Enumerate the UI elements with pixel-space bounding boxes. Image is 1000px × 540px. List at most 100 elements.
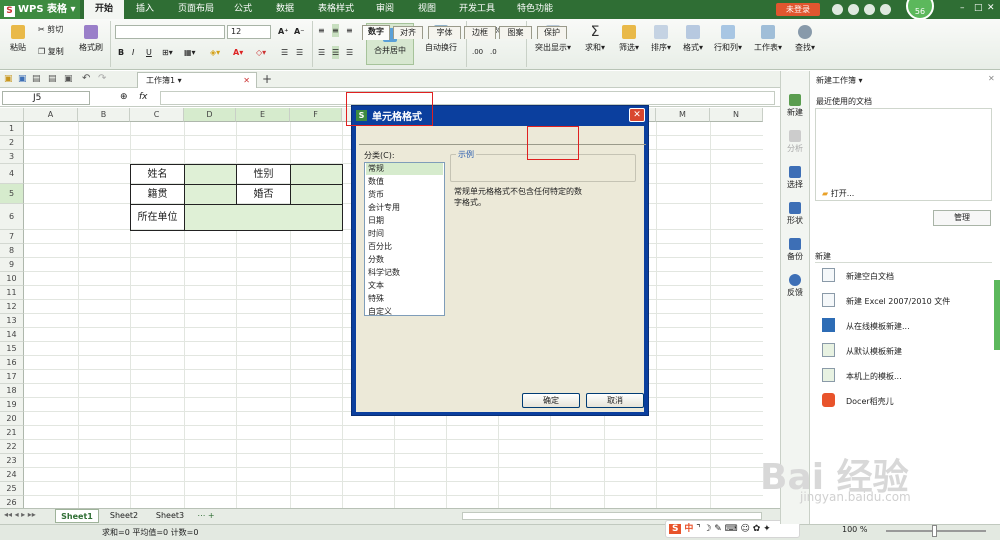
zoom-slider-thumb[interactable] <box>932 525 937 537</box>
format-painter-button[interactable]: 格式刷 <box>76 25 106 53</box>
row-header[interactable]: 23 <box>0 454 24 468</box>
cell-f4[interactable] <box>290 164 343 185</box>
cancel-button[interactable]: 取消 <box>586 393 644 408</box>
underline-button[interactable]: U <box>146 46 152 59</box>
panel-item-local[interactable]: 本机上的模板... <box>846 371 902 382</box>
menu-tab-table-style[interactable]: 表格样式 <box>310 0 362 19</box>
cell-c5[interactable]: 籍贯 <box>130 184 185 205</box>
category-item[interactable]: 日期 <box>366 215 443 227</box>
menu-tab-dev[interactable]: 开发工具 <box>452 0 502 19</box>
fx-icon[interactable]: fx <box>139 92 148 102</box>
shirt-icon[interactable] <box>864 4 875 15</box>
row-header[interactable]: 26 <box>0 496 24 508</box>
align-bottom-icon[interactable]: ≡ <box>346 24 353 37</box>
manage-button[interactable]: 管理 <box>933 210 991 226</box>
panel-item-online[interactable]: 从在线模板新建... <box>846 321 910 332</box>
vtool-backup[interactable]: 备份 <box>780 238 810 262</box>
font-name-select[interactable] <box>115 25 225 39</box>
menu-tab-insert[interactable]: 插入 <box>128 0 162 19</box>
login-button[interactable]: 未登录 <box>776 3 820 16</box>
formula-input[interactable] <box>160 91 775 105</box>
clear-icon[interactable]: ◇▾ <box>256 46 266 59</box>
dialog-tab-protect[interactable]: 保护 <box>537 26 567 39</box>
font-color-icon[interactable]: A▾ <box>233 46 243 59</box>
menu-tab-formula[interactable]: 公式 <box>226 0 260 19</box>
row-header[interactable]: 11 <box>0 286 24 300</box>
sheet-tab-3[interactable]: Sheet3 <box>149 509 191 523</box>
name-box[interactable]: J5 <box>2 91 90 105</box>
skin-icon[interactable] <box>832 4 843 15</box>
open-icon[interactable]: ▣ <box>4 74 13 84</box>
panel-close-icon[interactable]: ✕ <box>988 74 995 83</box>
category-item[interactable]: 百分比 <box>366 241 443 253</box>
row-header[interactable]: 17 <box>0 370 24 384</box>
col-header[interactable]: F <box>290 108 342 122</box>
italic-button[interactable]: I <box>132 46 134 59</box>
menu-tab-home[interactable]: 开始 <box>84 0 124 19</box>
row-header[interactable]: 19 <box>0 398 24 412</box>
zoom-search-icon[interactable]: ⊕ <box>120 92 128 102</box>
format-button[interactable]: 格式▾ <box>678 25 708 53</box>
row-header[interactable]: 12 <box>0 300 24 314</box>
select-all-corner[interactable] <box>0 108 24 122</box>
cut-button[interactable]: ✂ 剪切 <box>38 23 63 36</box>
bold-button[interactable]: B <box>118 46 124 59</box>
cell-d5[interactable] <box>184 184 237 205</box>
undo-icon[interactable]: ↶ <box>82 73 90 84</box>
category-item[interactable]: 会计专用 <box>366 202 443 214</box>
align-center-icon[interactable]: ☰ <box>332 46 340 59</box>
row-header[interactable]: 1 <box>0 122 24 136</box>
align-top-icon[interactable]: ≡ <box>318 24 325 37</box>
row-header[interactable]: 6 <box>0 204 24 230</box>
row-header[interactable]: 24 <box>0 468 24 482</box>
row-header[interactable]: 22 <box>0 440 24 454</box>
cell-f5[interactable] <box>290 184 343 205</box>
panel-title[interactable]: 新建工作簿 ▾ <box>816 75 863 86</box>
border-icon[interactable]: ⊞▾ <box>162 46 173 59</box>
vtool-new[interactable]: 新建 <box>780 94 810 118</box>
dialog-tab-align[interactable]: 对齐 <box>393 26 423 39</box>
paste-button[interactable]: 粘贴 <box>5 25 31 53</box>
find-button[interactable]: 查找▾ <box>790 25 820 53</box>
cell-d6-merged[interactable] <box>184 204 343 231</box>
preview-icon[interactable]: ▤ <box>48 74 57 84</box>
col-header[interactable]: M <box>656 108 710 122</box>
menu-tab-view[interactable]: 视图 <box>410 0 444 19</box>
category-item[interactable]: 常规 <box>366 163 443 175</box>
category-item[interactable]: 货币 <box>366 189 443 201</box>
print-icon[interactable]: ▤ <box>32 74 41 84</box>
row-header[interactable]: 4 <box>0 164 24 184</box>
category-item[interactable]: 时间 <box>366 228 443 240</box>
row-col-button[interactable]: 行和列▾ <box>710 25 746 53</box>
vtool-feedback[interactable]: 反馈 <box>780 274 810 298</box>
export-icon[interactable]: ▣ <box>64 74 73 84</box>
row-header[interactable]: 5 <box>0 184 24 204</box>
dialog-tab-number[interactable]: 数字 <box>362 25 390 40</box>
document-tab[interactable]: 工作簿1 ▾ ✕ <box>137 72 257 88</box>
cell-c4[interactable]: 姓名 <box>130 164 185 185</box>
col-header[interactable]: C <box>130 108 184 122</box>
dialog-tab-pattern[interactable]: 图案 <box>499 26 532 39</box>
vtool-select[interactable]: 选择 <box>780 166 810 190</box>
menu-tab-data[interactable]: 数据 <box>268 0 302 19</box>
align-right-icon[interactable]: ☰ <box>346 46 353 59</box>
sum-button[interactable]: Σ 求和▾ <box>580 25 610 53</box>
new-tab-icon[interactable]: + <box>262 72 272 86</box>
row-header[interactable]: 16 <box>0 356 24 370</box>
row-header[interactable]: 2 <box>0 136 24 150</box>
horizontal-scrollbar[interactable] <box>462 512 762 520</box>
row-header[interactable]: 10 <box>0 272 24 286</box>
filter-button[interactable]: 筛选▾ <box>614 25 644 53</box>
panel-item-default[interactable]: 从默认模板新建 <box>846 346 902 357</box>
menu-tab-special[interactable]: 特色功能 <box>510 0 560 19</box>
row-header[interactable]: 9 <box>0 258 24 272</box>
increase-decimal-icon[interactable]: .00 <box>472 46 483 59</box>
col-header[interactable]: N <box>710 108 763 122</box>
sort-button[interactable]: 排序▾ <box>646 25 676 53</box>
menu-tab-layout[interactable]: 页面布局 <box>170 0 222 19</box>
cell-e5[interactable]: 婚否 <box>236 184 291 205</box>
sheet-nav-icon[interactable]: ◂◂ ◂ ▸ ▸▸ <box>4 510 36 519</box>
category-item[interactable]: 特殊 <box>366 293 443 305</box>
sheet-button[interactable]: 工作表▾ <box>750 25 786 53</box>
open-link[interactable]: ▰ 打开... <box>822 188 854 199</box>
